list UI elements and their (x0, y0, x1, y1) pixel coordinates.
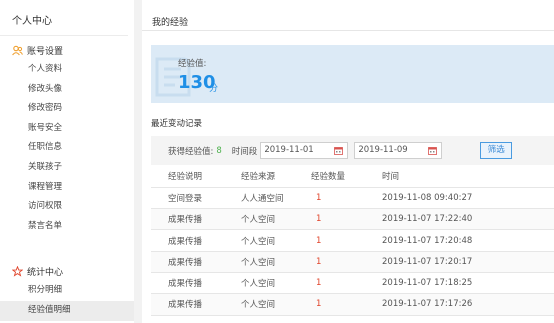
account-settings-header[interactable]: 账号设置 (0, 40, 134, 60)
table-row: 成果传播 个人空间 1 2019-11-07 17:22:40 (151, 208, 554, 231)
period-label: 时间段 (231, 146, 258, 157)
table-row: 成果传播 个人空间 1 2019-11-07 17:18:25 (151, 272, 554, 295)
column-header-source: 经验来源 (230, 166, 302, 188)
cell-source: 个人空间 (230, 251, 302, 273)
page-title: 我的经验 (152, 18, 189, 28)
calendar-icon[interactable] (428, 146, 438, 155)
exp-records-table: 经验说明 经验来源 经验数量 时间 空间登录 人人通空间 1 2019-11-0… (151, 166, 554, 316)
cell-time: 2019-11-07 17:22:40 (369, 208, 554, 231)
exp-label: 经验值: (178, 59, 207, 69)
filter-bar: 获得经验值: 8 时间段 2019-11-01 2019-11-09 筛选 (151, 136, 554, 165)
cell-source: 个人空间 (230, 293, 302, 316)
cell-time: 2019-11-07 17:17:26 (369, 293, 554, 316)
cell-time: 2019-11-07 17:18:25 (369, 272, 554, 295)
cell-quantity: 1 (302, 229, 369, 252)
cell-time: 2019-11-07 17:20:48 (369, 229, 554, 252)
cell-description: 成果传播 (151, 208, 230, 231)
cell-source: 人人通空间 (230, 187, 302, 210)
end-date-value: 2019-11-09 (358, 145, 408, 155)
sidebar-item-points-detail[interactable]: 积分明细 (0, 281, 134, 301)
stats-center-header[interactable]: 统计中心 (0, 261, 134, 281)
table-row: 成果传播 个人空间 1 2019-11-07 17:17:26 (151, 293, 554, 316)
cell-description: 空间登录 (151, 187, 230, 210)
earned-value: 8 (216, 145, 222, 156)
sidebar-item-access[interactable]: 访问权限 (0, 197, 134, 217)
table-header-row: 经验说明 经验来源 经验数量 时间 (151, 166, 554, 188)
sidebar-item-profile[interactable]: 个人资料 (0, 60, 134, 80)
end-date-input[interactable]: 2019-11-09 (354, 142, 443, 159)
cell-quantity: 1 (302, 187, 369, 210)
sidebar-item-courses[interactable]: 课程管理 (0, 178, 134, 198)
cell-description: 成果传播 (151, 272, 230, 295)
sidebar: 个人中心 账号设置 个人资料 修改头像 修改密码 账号安全 任职信息 关联孩子 … (0, 0, 134, 323)
sidebar-item-exp-detail[interactable]: 经验值明细 (0, 300, 134, 321)
stats-center-label: 统计中心 (27, 267, 64, 278)
cell-time: 2019-11-07 17:20:17 (369, 251, 554, 273)
title-divider (142, 30, 554, 31)
sidebar-item-security[interactable]: 账号安全 (0, 119, 134, 139)
sidebar-item-avatar[interactable]: 修改头像 (0, 80, 134, 100)
table-row: 成果传播 个人空间 1 2019-11-07 17:20:17 (151, 251, 554, 273)
column-header-description: 经验说明 (151, 166, 230, 188)
user-group-icon (12, 45, 23, 56)
calendar-icon[interactable] (334, 146, 344, 155)
account-settings-label: 账号设置 (27, 46, 64, 57)
sidebar-item-children[interactable]: 关联孩子 (0, 158, 134, 178)
star-icon (11, 265, 24, 277)
cell-quantity: 1 (302, 293, 369, 316)
earned-label: 获得经验值: (168, 146, 214, 157)
sidebar-title: 个人中心 (0, 0, 128, 36)
start-date-value: 2019-11-01 (264, 145, 314, 155)
column-header-quantity: 经验数量 (302, 166, 369, 188)
exp-summary-card: 经验值: 130 分 (151, 45, 554, 103)
start-date-input[interactable]: 2019-11-01 (260, 142, 349, 159)
main-panel: 我的经验 经验值: 130 分 最近变动记录 获得经验值: 8 时间段 2019… (142, 0, 554, 323)
recent-changes-title: 最近变动记录 (151, 119, 203, 129)
column-header-time: 时间 (369, 166, 554, 188)
table-row: 成果传播 个人空间 1 2019-11-07 17:20:48 (151, 229, 554, 252)
filter-button[interactable]: 筛选 (480, 142, 513, 159)
cell-quantity: 1 (302, 251, 369, 273)
cell-quantity: 1 (302, 272, 369, 295)
page: 个人中心 账号设置 个人资料 修改头像 修改密码 账号安全 任职信息 关联孩子 … (0, 0, 554, 323)
sidebar-item-mute-list[interactable]: 禁言名单 (0, 217, 134, 237)
cell-source: 个人空间 (230, 229, 302, 252)
cell-source: 个人空间 (230, 208, 302, 231)
cell-description: 成果传播 (151, 251, 230, 273)
cell-source: 个人空间 (230, 272, 302, 295)
table-row: 空间登录 人人通空间 1 2019-11-08 09:40:27 (151, 187, 554, 210)
cell-time: 2019-11-08 09:40:27 (369, 187, 554, 210)
exp-unit: 分 (209, 84, 219, 94)
sidebar-item-password[interactable]: 修改密码 (0, 99, 134, 119)
cell-description: 成果传播 (151, 293, 230, 316)
cell-description: 成果传播 (151, 229, 230, 252)
sidebar-item-position[interactable]: 任职信息 (0, 138, 134, 158)
cell-quantity: 1 (302, 208, 369, 231)
